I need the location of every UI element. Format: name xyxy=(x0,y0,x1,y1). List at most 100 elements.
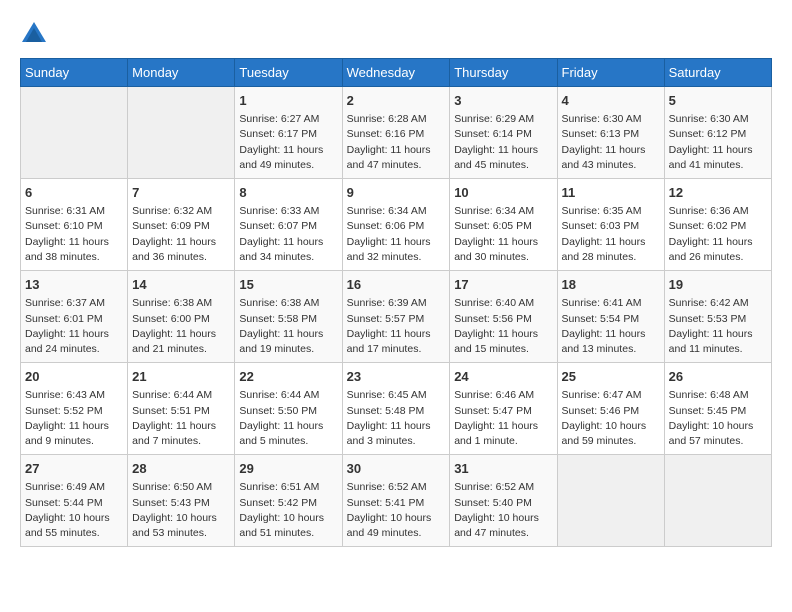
calendar-cell: 30 Sunrise: 6:52 AMSunset: 5:41 PMDayligh… xyxy=(342,455,450,547)
calendar-cell: 17Sunrise: 6:40 AMSunset: 5:56 PMDayligh… xyxy=(450,271,557,363)
day-info: Sunrise: 6:33 AMSunset: 6:07 PMDaylight:… xyxy=(239,204,337,265)
day-info: Sunrise: 6:31 AMSunset: 6:10 PMDaylight:… xyxy=(25,204,123,265)
calendar-cell: 18Sunrise: 6:41 AMSunset: 5:54 PMDayligh… xyxy=(557,271,664,363)
day-info: Sunrise: 6:42 AMSunset: 5:53 PMDaylight:… xyxy=(669,296,767,357)
calendar-cell: 15 Sunrise: 6:38 AMSunset: 5:58 PMDayligh… xyxy=(235,271,342,363)
day-info: Sunrise: 6:46 AMSunset: 5:47 PMDaylight:… xyxy=(454,388,552,449)
calendar-week-3: 13 Sunrise: 6:37 AMSunset: 6:01 PMDayligh… xyxy=(21,271,772,363)
calendar-cell: 21 Sunrise: 6:44 AMSunset: 5:51 PMDayligh… xyxy=(128,363,235,455)
weekday-header-tuesday: Tuesday xyxy=(235,59,342,87)
day-number: 14 xyxy=(132,276,230,294)
day-info: Sunrise: 6:27 AMSunset: 6:17 PMDaylight:… xyxy=(239,112,337,173)
day-info: Sunrise: 6:38 AMSunset: 5:58 PMDaylight:… xyxy=(239,296,337,357)
day-info: Sunrise: 6:34 AMSunset: 6:06 PMDaylight:… xyxy=(347,204,446,265)
weekday-header-row: SundayMondayTuesdayWednesdayThursdayFrid… xyxy=(21,59,772,87)
weekday-header-saturday: Saturday xyxy=(664,59,771,87)
day-number: 29 xyxy=(239,460,337,478)
calendar-cell: 27Sunrise: 6:49 AMSunset: 5:44 PMDayligh… xyxy=(21,455,128,547)
calendar-cell: 24 Sunrise: 6:46 AMSunset: 5:47 PMDayligh… xyxy=(450,363,557,455)
day-info: Sunrise: 6:48 AMSunset: 5:45 PMDaylight:… xyxy=(669,388,767,449)
day-number: 24 xyxy=(454,368,552,386)
weekday-header-thursday: Thursday xyxy=(450,59,557,87)
calendar-cell: 22 Sunrise: 6:44 AMSunset: 5:50 PMDayligh… xyxy=(235,363,342,455)
calendar-cell xyxy=(21,87,128,179)
day-info: Sunrise: 6:43 AMSunset: 5:52 PMDaylight:… xyxy=(25,388,123,449)
day-number: 15 xyxy=(239,276,337,294)
day-info: Sunrise: 6:36 AMSunset: 6:02 PMDaylight:… xyxy=(669,204,767,265)
calendar-header: SundayMondayTuesdayWednesdayThursdayFrid… xyxy=(21,59,772,87)
calendar-cell: 9 Sunrise: 6:34 AMSunset: 6:06 PMDaylight… xyxy=(342,179,450,271)
day-number: 4 xyxy=(562,92,660,110)
day-number: 9 xyxy=(347,184,446,202)
calendar-week-4: 20 Sunrise: 6:43 AMSunset: 5:52 PMDayligh… xyxy=(21,363,772,455)
day-number: 26 xyxy=(669,368,767,386)
day-number: 11 xyxy=(562,184,660,202)
day-number: 22 xyxy=(239,368,337,386)
day-info: Sunrise: 6:40 AMSunset: 5:56 PMDaylight:… xyxy=(454,296,552,357)
day-info: Sunrise: 6:47 AMSunset: 5:46 PMDaylight:… xyxy=(562,388,660,449)
day-number: 6 xyxy=(25,184,123,202)
calendar-cell: 20 Sunrise: 6:43 AMSunset: 5:52 PMDayligh… xyxy=(21,363,128,455)
calendar-cell: 13 Sunrise: 6:37 AMSunset: 6:01 PMDayligh… xyxy=(21,271,128,363)
day-info: Sunrise: 6:34 AMSunset: 6:05 PMDaylight:… xyxy=(454,204,552,265)
calendar-cell xyxy=(128,87,235,179)
calendar-cell: 2Sunrise: 6:28 AMSunset: 6:16 PMDaylight… xyxy=(342,87,450,179)
weekday-header-monday: Monday xyxy=(128,59,235,87)
day-info: Sunrise: 6:39 AMSunset: 5:57 PMDaylight:… xyxy=(347,296,446,357)
day-number: 25 xyxy=(562,368,660,386)
day-number: 5 xyxy=(669,92,767,110)
calendar-cell: 11 Sunrise: 6:35 AMSunset: 6:03 PMDayligh… xyxy=(557,179,664,271)
calendar-cell: 4 Sunrise: 6:30 AMSunset: 6:13 PMDaylight… xyxy=(557,87,664,179)
calendar-cell: 31 Sunrise: 6:52 AMSunset: 5:40 PMDayligh… xyxy=(450,455,557,547)
day-info: Sunrise: 6:32 AMSunset: 6:09 PMDaylight:… xyxy=(132,204,230,265)
day-info: Sunrise: 6:44 AMSunset: 5:51 PMDaylight:… xyxy=(132,388,230,449)
day-number: 13 xyxy=(25,276,123,294)
day-info: Sunrise: 6:30 AMSunset: 6:13 PMDaylight:… xyxy=(562,112,660,173)
day-info: Sunrise: 6:51 AMSunset: 5:42 PMDaylight:… xyxy=(239,480,337,541)
day-number: 10 xyxy=(454,184,552,202)
calendar-cell: 28 Sunrise: 6:50 AMSunset: 5:43 PMDayligh… xyxy=(128,455,235,547)
day-number: 31 xyxy=(454,460,552,478)
day-info: Sunrise: 6:29 AMSunset: 6:14 PMDaylight:… xyxy=(454,112,552,173)
calendar-week-1: 1 Sunrise: 6:27 AMSunset: 6:17 PMDaylight… xyxy=(21,87,772,179)
day-number: 7 xyxy=(132,184,230,202)
calendar-cell: 16 Sunrise: 6:39 AMSunset: 5:57 PMDayligh… xyxy=(342,271,450,363)
calendar-week-2: 6 Sunrise: 6:31 AMSunset: 6:10 PMDaylight… xyxy=(21,179,772,271)
day-info: Sunrise: 6:35 AMSunset: 6:03 PMDaylight:… xyxy=(562,204,660,265)
calendar-cell: 25 Sunrise: 6:47 AMSunset: 5:46 PMDayligh… xyxy=(557,363,664,455)
calendar-cell: 26 Sunrise: 6:48 AMSunset: 5:45 PMDayligh… xyxy=(664,363,771,455)
day-info: Sunrise: 6:37 AMSunset: 6:01 PMDaylight:… xyxy=(25,296,123,357)
day-info: Sunrise: 6:45 AMSunset: 5:48 PMDaylight:… xyxy=(347,388,446,449)
day-number: 16 xyxy=(347,276,446,294)
day-info: Sunrise: 6:30 AMSunset: 6:12 PMDaylight:… xyxy=(669,112,767,173)
day-number: 18 xyxy=(562,276,660,294)
calendar-cell: 23 Sunrise: 6:45 AMSunset: 5:48 PMDayligh… xyxy=(342,363,450,455)
calendar-cell: 7 Sunrise: 6:32 AMSunset: 6:09 PMDaylight… xyxy=(128,179,235,271)
calendar-body: 1 Sunrise: 6:27 AMSunset: 6:17 PMDaylight… xyxy=(21,87,772,547)
day-info: Sunrise: 6:52 AMSunset: 5:40 PMDaylight:… xyxy=(454,480,552,541)
day-number: 12 xyxy=(669,184,767,202)
calendar-cell xyxy=(664,455,771,547)
calendar-cell: 29 Sunrise: 6:51 AMSunset: 5:42 PMDayligh… xyxy=(235,455,342,547)
day-number: 20 xyxy=(25,368,123,386)
weekday-header-wednesday: Wednesday xyxy=(342,59,450,87)
day-number: 30 xyxy=(347,460,446,478)
day-info: Sunrise: 6:44 AMSunset: 5:50 PMDaylight:… xyxy=(239,388,337,449)
calendar-cell: 8Sunrise: 6:33 AMSunset: 6:07 PMDaylight… xyxy=(235,179,342,271)
weekday-header-friday: Friday xyxy=(557,59,664,87)
day-info: Sunrise: 6:52 AMSunset: 5:41 PMDaylight:… xyxy=(347,480,446,541)
day-info: Sunrise: 6:50 AMSunset: 5:43 PMDaylight:… xyxy=(132,480,230,541)
day-number: 3 xyxy=(454,92,552,110)
calendar-table: SundayMondayTuesdayWednesdayThursdayFrid… xyxy=(20,58,772,547)
day-number: 23 xyxy=(347,368,446,386)
page-header xyxy=(20,20,772,48)
calendar-cell: 14Sunrise: 6:38 AMSunset: 6:00 PMDayligh… xyxy=(128,271,235,363)
day-number: 21 xyxy=(132,368,230,386)
calendar-cell: 5 Sunrise: 6:30 AMSunset: 6:12 PMDaylight… xyxy=(664,87,771,179)
calendar-cell: 6 Sunrise: 6:31 AMSunset: 6:10 PMDaylight… xyxy=(21,179,128,271)
day-number: 2 xyxy=(347,92,446,110)
day-number: 28 xyxy=(132,460,230,478)
calendar-cell: 10 Sunrise: 6:34 AMSunset: 6:05 PMDayligh… xyxy=(450,179,557,271)
day-number: 1 xyxy=(239,92,337,110)
calendar-cell: 12 Sunrise: 6:36 AMSunset: 6:02 PMDayligh… xyxy=(664,179,771,271)
